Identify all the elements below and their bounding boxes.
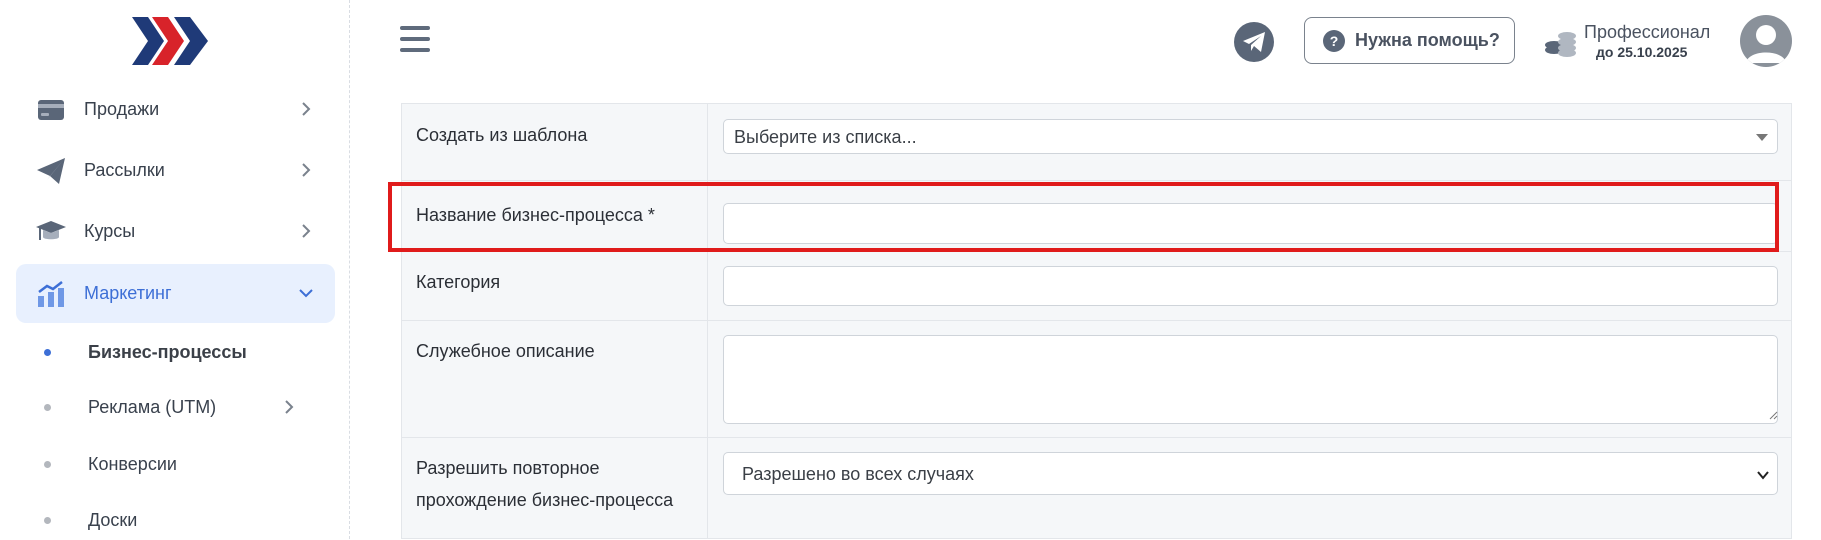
chart-bar-icon	[36, 279, 66, 309]
user-icon	[1746, 25, 1786, 63]
help-button[interactable]: ? Нужна помощь?	[1304, 17, 1515, 64]
chevron-down-icon	[1757, 471, 1769, 480]
coins-icon	[1545, 32, 1576, 57]
form-row-category: Категория	[402, 252, 1791, 321]
template-select-value: Выберите из списка...	[734, 127, 917, 147]
graduation-cap-icon	[36, 217, 66, 247]
sidebar-item-label: Продажи	[84, 99, 160, 119]
sidebar-subitem-conversions[interactable]: Конверсии	[44, 444, 314, 484]
question-icon: ?	[1323, 29, 1345, 52]
caret-down-icon	[1756, 134, 1768, 141]
chevron-right-icon	[302, 102, 311, 116]
bullet-dot-icon	[44, 348, 51, 356]
sidebar-subitem-utm[interactable]: Реклама (UTM)	[44, 387, 314, 427]
chevron-right-icon	[302, 224, 311, 238]
form-row-name: Название бизнес-процесса *	[402, 181, 1791, 252]
plan-name: Профессионал	[1584, 22, 1711, 42]
description-textarea[interactable]	[723, 335, 1778, 424]
plan-info[interactable]: Профессионал до 25.10.2025	[1544, 22, 1716, 62]
repeat-label-line1: Разрешить повторное	[416, 458, 600, 478]
template-label: Создать из шаблона	[416, 125, 588, 145]
repeat-select-value: Разрешено во всех случаях	[742, 464, 974, 484]
sidebar-item-sales[interactable]: Продажи	[16, 80, 335, 139]
category-label: Категория	[416, 272, 501, 292]
description-label: Служебное описание	[416, 341, 595, 361]
plan-expiry-date: до 25.10.2025	[1596, 44, 1688, 60]
telegram-icon	[1243, 32, 1265, 52]
logo[interactable]	[132, 17, 208, 65]
sidebar-item-mailings[interactable]: Рассылки	[16, 141, 335, 200]
category-input[interactable]	[723, 266, 1778, 306]
sidebar: Продажи Рассылки Курсы Маркетинг Бизнес-…	[0, 0, 350, 539]
sidebar-item-label: Курсы	[84, 221, 136, 241]
name-label: Название бизнес-процесса *	[416, 205, 655, 225]
telegram-button[interactable]	[1234, 22, 1274, 62]
logo-chevrons-icon	[132, 17, 208, 65]
form-row-template: Создать из шаблона Выберите из списка...	[402, 104, 1791, 181]
business-process-form: Создать из шаблона Выберите из списка...…	[401, 103, 1792, 539]
bullet-dot-icon	[44, 460, 51, 468]
bullet-dot-icon	[44, 516, 51, 524]
avatar[interactable]	[1740, 15, 1792, 67]
chevron-down-icon	[299, 289, 313, 298]
form-row-repeat: Разрешить повторное прохождение бизнес-п…	[402, 438, 1791, 538]
repeat-label-line2: прохождение бизнес-процесса	[416, 490, 674, 510]
credit-card-icon	[36, 95, 66, 125]
sidebar-item-marketing[interactable]: Маркетинг	[16, 264, 335, 323]
sidebar-subitem-label: Реклама (UTM)	[88, 396, 217, 417]
hamburger-icon	[400, 26, 430, 30]
sidebar-subitem-label: Бизнес-процессы	[88, 341, 247, 362]
sidebar-item-label: Маркетинг	[84, 283, 172, 303]
chevron-right-icon	[285, 400, 294, 414]
paper-plane-icon	[36, 156, 66, 186]
sidebar-subitem-boards[interactable]: Доски	[44, 500, 314, 540]
sidebar-item-label: Рассылки	[84, 160, 165, 180]
repeat-select[interactable]: Разрешено во всех случаях	[723, 452, 1778, 495]
template-select[interactable]: Выберите из списка...	[723, 119, 1778, 154]
sidebar-subitem-label: Доски	[88, 509, 138, 530]
chevron-right-icon	[302, 163, 311, 177]
sidebar-subitem-business-processes[interactable]: Бизнес-процессы	[44, 332, 314, 372]
bullet-dot-icon	[44, 403, 51, 411]
menu-toggle-button[interactable]	[400, 26, 430, 56]
resize-handle-icon[interactable]	[1768, 410, 1778, 420]
help-button-label: Нужна помощь?	[1355, 30, 1500, 50]
name-input[interactable]	[723, 203, 1778, 244]
sidebar-item-courses[interactable]: Курсы	[16, 202, 335, 261]
form-row-description: Служебное описание	[402, 321, 1791, 438]
sidebar-subitem-label: Конверсии	[88, 453, 177, 474]
